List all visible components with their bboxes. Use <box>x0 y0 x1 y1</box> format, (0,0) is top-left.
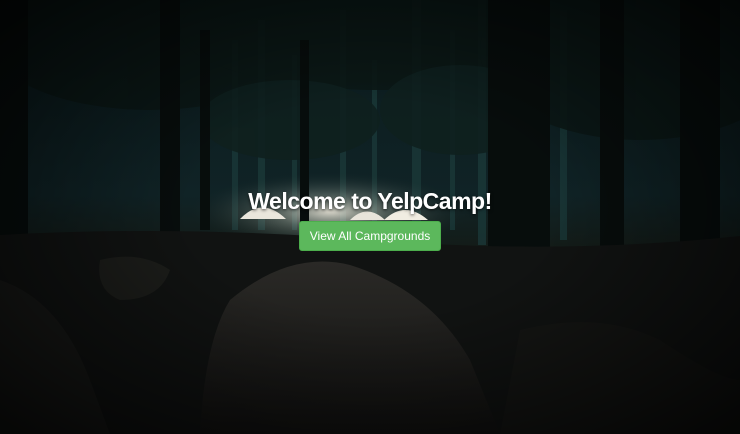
landing-page: Welcome to YelpCamp! View All Campground… <box>0 0 740 434</box>
view-all-campgrounds-button[interactable]: View All Campgrounds <box>298 221 442 251</box>
hero-section: Welcome to YelpCamp! View All Campground… <box>0 186 740 251</box>
page-title: Welcome to YelpCamp! <box>248 188 492 214</box>
